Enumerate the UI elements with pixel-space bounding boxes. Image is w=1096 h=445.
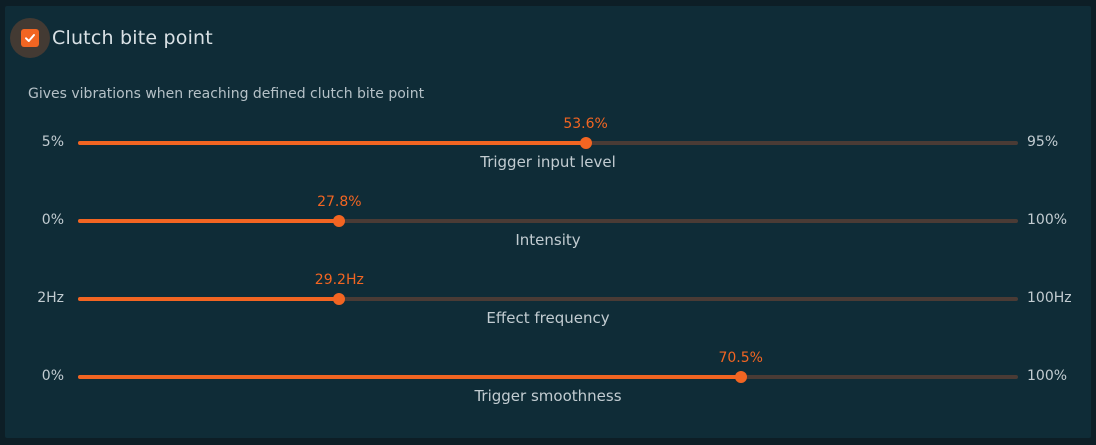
slider-name-label: Intensity [515,231,581,249]
panel-description: Gives vibrations when reaching defined c… [28,86,425,102]
slider-value-label: 27.8% [317,194,362,210]
slider-thumb[interactable] [333,215,346,227]
checkmark-icon [25,34,35,42]
slider-name-label: Effect frequency [486,309,610,327]
slider-value-label: 70.5% [718,350,763,366]
slider-fill [78,219,340,223]
slider-max-label: 100% [1027,368,1068,384]
slider-trigger-smoothness: 0% 70.5% 100% Trigger smoothness [5,348,1091,418]
slider-intensity: 0% 27.8% 100% Intensity [5,192,1091,262]
slider-name-label: Trigger input level [480,153,616,171]
clutch-bite-point-panel: Clutch bite point Gives vibrations when … [5,6,1091,438]
slider-track[interactable]: 27.8% [78,194,1018,227]
slider-trigger-input-level: 5% 53.6% 95% Trigger input level [5,114,1091,184]
slider-track[interactable]: 53.6% [78,116,1018,149]
slider-fill [78,297,340,301]
slider-fill [78,141,586,145]
slider-min-label: 0% [41,212,64,228]
slider-thumb[interactable] [333,293,346,305]
checkbox-box[interactable] [21,29,39,47]
slider-max-label: 100% [1027,212,1068,228]
slider-thumb[interactable] [579,137,592,149]
slider-min-label: 2Hz [37,290,64,306]
enable-checkbox[interactable] [10,18,50,58]
slider-max-label: 100Hz [1027,290,1072,306]
slider-thumb[interactable] [734,371,747,383]
slider-value-label: 29.2Hz [314,272,364,288]
panel-header: Clutch bite point [10,18,213,58]
slider-track[interactable]: 29.2Hz [78,272,1018,305]
slider-name-label: Trigger smoothness [474,387,622,405]
slider-fill [78,375,741,379]
slider-min-label: 5% [41,134,64,150]
slider-min-label: 0% [41,368,64,384]
panel-title: Clutch bite point [52,27,213,49]
slider-max-label: 95% [1027,134,1059,150]
slider-value-label: 53.6% [563,116,608,132]
slider-effect-frequency: 2Hz 29.2Hz 100Hz Effect frequency [5,270,1091,340]
slider-track[interactable]: 70.5% [78,350,1018,383]
